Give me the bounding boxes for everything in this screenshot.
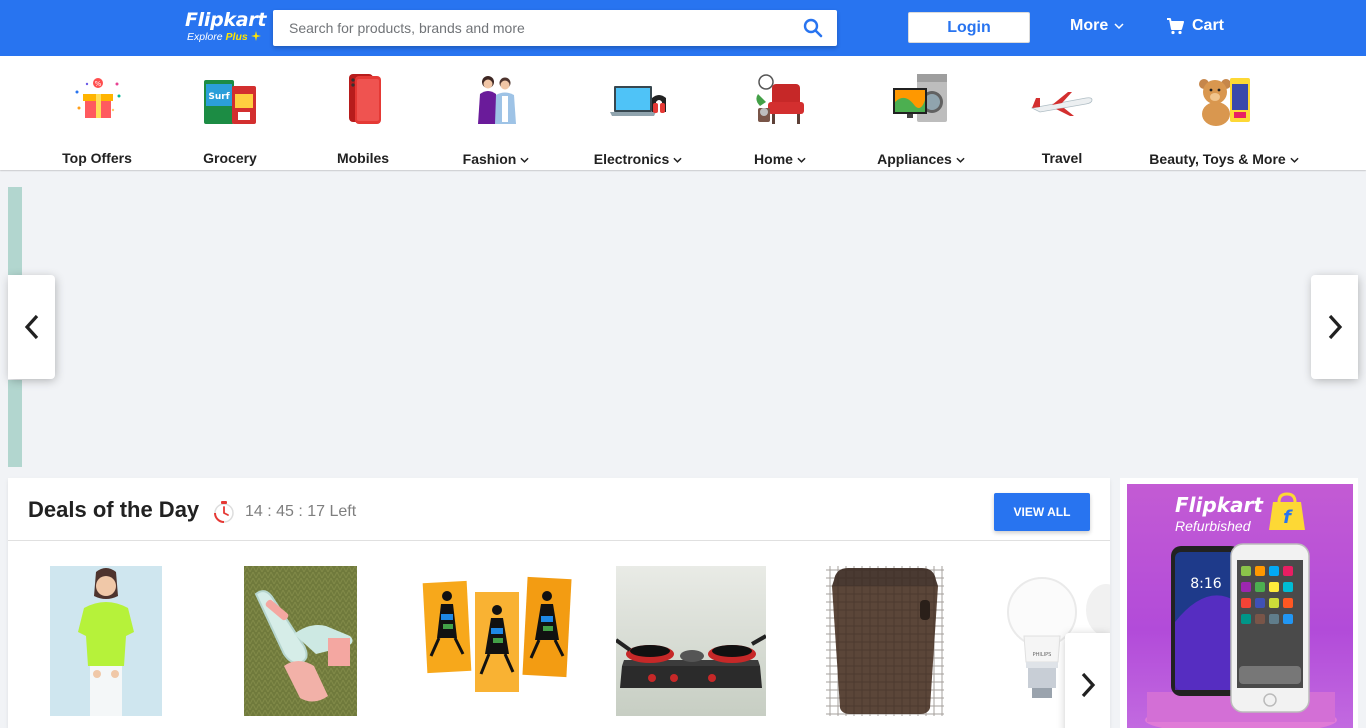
mobile-phone-icon	[349, 74, 381, 124]
chevron-down-icon	[1290, 157, 1299, 163]
category-mobiles[interactable]: Mobiles	[288, 68, 438, 166]
banner-slide-edge	[8, 380, 22, 467]
chevron-right-icon	[1328, 314, 1342, 340]
category-bar: % Top Offers Surf Grocery Mobiles Fashio…	[0, 56, 1366, 170]
deal-product-sandals[interactable]	[244, 566, 357, 716]
chevron-down-icon	[1114, 23, 1124, 29]
product-image	[50, 566, 162, 716]
category-label: Fashion	[421, 150, 571, 167]
tv-washer-icon	[893, 74, 947, 122]
product-image	[616, 566, 766, 716]
category-appliances[interactable]: Appliances	[846, 68, 996, 167]
deals-header: Deals of the Day 14 : 45 : 17 Left VIEW …	[8, 478, 1110, 541]
chevron-down-icon	[956, 157, 965, 163]
banner-carousel[interactable]	[8, 187, 1358, 467]
svg-text:Surf: Surf	[208, 92, 229, 102]
chevron-down-icon	[673, 157, 682, 163]
armchair-icon	[756, 74, 804, 124]
chevron-right-icon	[1081, 672, 1095, 698]
category-label: Travel	[1041, 150, 1083, 166]
deals-next-button[interactable]	[1065, 633, 1110, 728]
category-travel[interactable]: Travel	[987, 68, 1137, 166]
carousel-next-button[interactable]	[1311, 275, 1358, 379]
category-label: Appliances	[846, 150, 996, 167]
product-image	[244, 566, 357, 716]
chevron-down-icon	[520, 157, 529, 163]
category-electronics[interactable]: Electronics	[563, 68, 713, 167]
category-label: Beauty, Toys & More	[1131, 150, 1317, 167]
gift-icon: %	[75, 78, 121, 118]
category-label: Electronics	[563, 150, 713, 167]
timer-text: 14 : 45 : 17 Left	[245, 503, 357, 520]
refurbished-ad-banner[interactable]: Flipkart Refurbished f 8:16	[1127, 484, 1353, 728]
laptop-icon	[610, 86, 666, 116]
shopping-bag-icon: f	[1269, 492, 1305, 530]
side-ad-panel: Flipkart Refurbished f 8:16	[1120, 478, 1358, 728]
top-header: Flipkart Explore Plus Login More Cart	[0, 0, 1366, 56]
svg-text:%: %	[95, 80, 102, 88]
grocery-icon: Surf	[204, 80, 256, 124]
cart-button[interactable]: Cart	[1166, 17, 1224, 35]
category-fashion[interactable]: Fashion	[421, 68, 571, 167]
view-all-button[interactable]: VIEW ALL	[994, 493, 1090, 531]
more-menu[interactable]: More	[1070, 17, 1124, 35]
search-input[interactable]	[273, 10, 788, 46]
category-label: Grocery	[203, 150, 257, 166]
logo-plus: Plus	[225, 31, 248, 43]
teddy-bear-icon	[1199, 78, 1250, 126]
category-home[interactable]: Home	[705, 68, 855, 167]
search-bar	[273, 10, 837, 46]
deal-product-gas-stove[interactable]	[616, 566, 766, 716]
category-label: Home	[705, 150, 855, 167]
category-label: Top Offers	[62, 150, 132, 166]
deal-product-wall-art[interactable]	[421, 566, 573, 716]
deals-title: Deals of the Day	[28, 497, 200, 522]
stopwatch-icon	[214, 501, 234, 523]
cart-label: Cart	[1192, 17, 1225, 34]
category-beauty-toys-more[interactable]: Beauty, Toys & More	[1131, 68, 1317, 167]
deals-timer: 14 : 45 : 17 Left	[213, 500, 356, 524]
product-image	[826, 566, 944, 716]
airplane-icon	[1030, 92, 1093, 116]
plus-star-icon	[250, 31, 261, 41]
product-image	[421, 566, 573, 716]
banner-slide-edge	[8, 187, 22, 275]
search-button[interactable]	[803, 18, 823, 38]
category-top-offers[interactable]: % Top Offers	[22, 68, 172, 166]
svg-text:PHILIPS: PHILIPS	[1033, 652, 1052, 658]
search-icon	[803, 18, 823, 38]
phone-time: 8:16	[1190, 576, 1222, 592]
flipkart-logo[interactable]: Flipkart Explore Plus	[185, 9, 267, 47]
fashion-icon	[478, 76, 516, 124]
chevron-down-icon	[797, 157, 806, 163]
chevron-left-icon	[24, 314, 38, 340]
cart-icon	[1167, 18, 1184, 35]
deal-product-laundry-basket[interactable]	[826, 566, 944, 716]
logo-tagline: Explore Plus	[187, 31, 261, 43]
category-label: Mobiles	[336, 150, 390, 166]
deals-of-the-day: Deals of the Day 14 : 45 : 17 Left VIEW …	[8, 478, 1110, 728]
deal-product-green-top[interactable]	[50, 566, 162, 716]
carousel-prev-button[interactable]	[8, 275, 55, 379]
more-label: More	[1070, 17, 1109, 34]
category-grocery[interactable]: Surf Grocery	[155, 68, 305, 166]
phones-illustration: 8:16	[1145, 543, 1337, 728]
ad-subtitle: Refurbished	[1175, 518, 1251, 534]
ad-brand: Flipkart	[1175, 493, 1263, 517]
login-button[interactable]: Login	[908, 12, 1030, 43]
logo-explore: Explore	[187, 31, 223, 43]
logo-text: Flipkart	[185, 9, 267, 31]
